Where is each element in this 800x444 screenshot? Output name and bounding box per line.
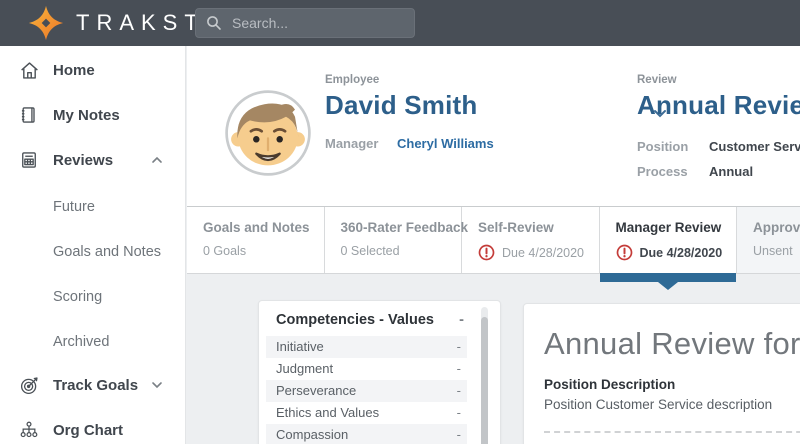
manager-label: Manager xyxy=(325,136,385,151)
sidebar-item-label: Scoring xyxy=(53,289,102,305)
chevron-down-icon[interactable] xyxy=(150,378,164,397)
active-tab-pointer xyxy=(658,282,678,290)
position-description-title: Position Description xyxy=(544,377,800,392)
sidebar-item-scoring[interactable]: Scoring xyxy=(0,284,186,310)
tab-sub-text: Due 4/28/2020 xyxy=(640,246,723,260)
tab-sub-text: Unsent xyxy=(753,244,793,258)
target-icon xyxy=(18,375,40,396)
review-label: Review xyxy=(637,74,677,86)
position-value: Customer Service xyxy=(709,139,800,154)
sidebar-item-label: Future xyxy=(53,199,95,215)
tab-goals-and-notes[interactable]: Goals and Notes 0 Goals xyxy=(187,207,325,273)
search-input[interactable] xyxy=(232,15,413,31)
tab-sub-text: 0 Goals xyxy=(203,244,246,258)
sidebar-item-label: Reviews xyxy=(53,152,113,169)
competency-score: - xyxy=(457,361,461,376)
sidebar-item-home[interactable]: Home xyxy=(0,57,186,83)
tab-manager-review[interactable]: Manager Review Due 4/28/2020 xyxy=(600,207,738,273)
sidebar-item-label: Archived xyxy=(53,334,109,350)
employee-name: David Smith xyxy=(325,90,477,121)
competency-row-judgment[interactable]: Judgment - xyxy=(266,358,467,380)
review-header: Employee David Smith Manager Cheryl Will… xyxy=(187,46,800,206)
dashed-divider xyxy=(544,431,800,433)
manager-name-link[interactable]: Cheryl Williams xyxy=(397,136,494,151)
position-description-body: Position Customer Service description xyxy=(544,397,800,412)
tab-sub-text: Due 4/28/2020 xyxy=(502,246,584,260)
sidebar-item-label: Track Goals xyxy=(53,377,138,394)
sidebar: Home My Notes Reviews xyxy=(0,46,186,444)
tab-approval[interactable]: Approval ( Unsent xyxy=(737,207,800,273)
search-box[interactable] xyxy=(195,8,415,38)
sidebar-item-archived[interactable]: Archived xyxy=(0,329,186,355)
competency-row-compassion[interactable]: Compassion - xyxy=(266,424,467,444)
competencies-panel: Competencies - Values - Initiative - Jud… xyxy=(258,300,501,444)
position-label: Position xyxy=(637,139,697,154)
competencies-panel-title: Competencies - Values xyxy=(276,312,434,328)
sidebar-item-org-chart[interactable]: Org Chart xyxy=(0,417,186,443)
trakstar-logo-icon xyxy=(28,5,64,41)
process-label: Process xyxy=(637,164,697,179)
competency-row-perseverance[interactable]: Perseverance - xyxy=(266,380,467,402)
competency-score: - xyxy=(457,427,461,442)
tab-self-review[interactable]: Self-Review Due 4/28/2020 xyxy=(462,207,600,273)
competency-score: - xyxy=(457,339,461,354)
org-chart-icon xyxy=(18,420,40,440)
manager-review-panel: Annual Review for Position Description P… xyxy=(523,303,800,444)
sidebar-item-label: My Notes xyxy=(53,107,120,124)
topbar: TRAKSTAR xyxy=(0,0,800,46)
tab-sub-text: 0 Selected xyxy=(341,244,400,258)
employee-label: Employee xyxy=(325,74,379,86)
competency-score: - xyxy=(457,383,461,398)
review-heading: Annual Review for xyxy=(544,326,800,362)
sidebar-item-label: Goals and Notes xyxy=(53,244,161,260)
sidebar-item-my-notes[interactable]: My Notes xyxy=(0,102,186,128)
chevron-up-icon[interactable] xyxy=(150,153,164,172)
review-step-tabs: Goals and Notes 0 Goals 360-Rater Feedba… xyxy=(187,206,800,274)
sidebar-item-label: Home xyxy=(53,62,95,79)
trakstar-app: TRAKSTAR Home M xyxy=(0,0,800,444)
sidebar-item-goals-and-notes[interactable]: Goals and Notes xyxy=(0,239,186,265)
tab-360-rater-feedback[interactable]: 360-Rater Feedback 0 Selected xyxy=(325,207,463,273)
collapse-toggle[interactable]: - xyxy=(459,312,464,328)
review-name: Annual Review xyxy=(637,90,800,121)
active-tab-indicator xyxy=(600,273,737,282)
process-value: Annual xyxy=(709,164,753,179)
sidebar-item-label: Org Chart xyxy=(53,422,123,439)
warning-icon xyxy=(478,244,495,261)
sidebar-item-future[interactable]: Future xyxy=(0,194,186,220)
warning-icon xyxy=(616,244,633,261)
search-icon xyxy=(206,15,222,31)
home-icon xyxy=(18,60,40,81)
reviews-document-icon xyxy=(18,150,40,170)
competency-row-initiative[interactable]: Initiative - xyxy=(266,336,467,358)
sidebar-item-reviews[interactable]: Reviews xyxy=(0,147,186,173)
competency-score: - xyxy=(457,405,461,420)
sidebar-item-track-goals[interactable]: Track Goals xyxy=(0,372,186,398)
competency-row-ethics-and-values[interactable]: Ethics and Values - xyxy=(266,402,467,424)
avatar xyxy=(223,88,313,178)
tab-content: Competencies - Values - Initiative - Jud… xyxy=(187,274,800,444)
notebook-icon xyxy=(18,105,40,125)
scrollbar-thumb[interactable] xyxy=(481,317,488,444)
